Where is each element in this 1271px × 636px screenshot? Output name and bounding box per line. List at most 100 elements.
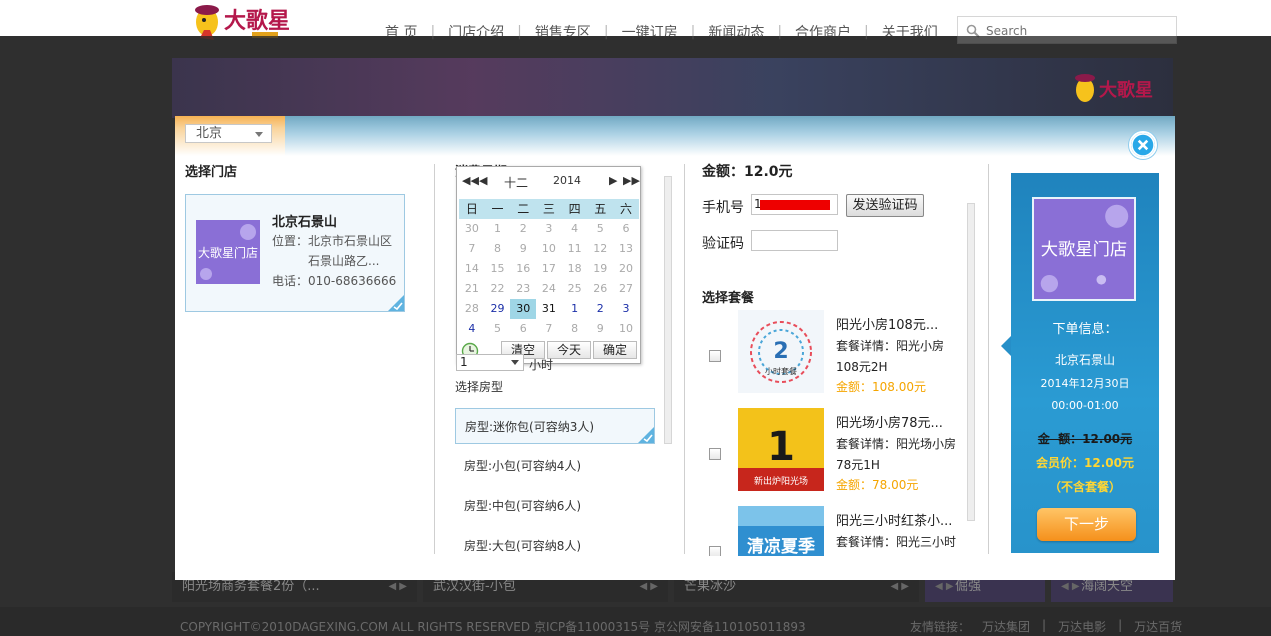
duration-select[interactable]: 1: [456, 354, 524, 371]
calendar-day: 5: [494, 322, 502, 335]
calendar-day: 23: [516, 282, 531, 295]
calendar-day: 6: [622, 222, 630, 235]
redaction-bar: [760, 200, 830, 210]
calendar-day: 16: [516, 262, 531, 275]
package-item: 2 小时套餐 阳光小房108元... 套餐详情：阳光小房 108元2H 金额：1…: [702, 310, 962, 398]
calendar-day[interactable]: 3: [613, 299, 639, 319]
top-bar: 大歌星 首 页 | 门店介绍 | 销售专区 | 一键订房 | 新闻动态 | 合作商户 | 关…: [0, 0, 1271, 44]
room-option-selected[interactable]: 房型:迷你包(可容纳3人): [455, 408, 655, 444]
store-image: 大歌星门店: [196, 220, 260, 284]
chevron-down-icon: [255, 132, 263, 137]
store-name: 北京石景山: [272, 215, 338, 230]
banner-logo: 大歌星: [1075, 74, 1153, 102]
svg-text:大歌星门店: 大歌星门店: [1041, 240, 1127, 260]
calendar-today-button[interactable]: 今天: [547, 341, 591, 359]
room-option[interactable]: 房型:中包(可容纳6人): [455, 488, 655, 524]
calendar-day: 1: [494, 222, 502, 235]
calendar-day: 7: [545, 322, 553, 335]
calendar-day: 26: [593, 282, 608, 295]
package-scrollbar[interactable]: [967, 203, 975, 521]
svg-text:大歌星门店: 大歌星门店: [198, 245, 258, 260]
prev-year-icon[interactable]: ◀◀: [462, 174, 479, 187]
next-month-icon[interactable]: ▶: [609, 174, 617, 187]
room-scrollbar[interactable]: [664, 176, 672, 444]
calendar-day: 5: [596, 222, 604, 235]
send-code-button[interactable]: 发送验证码: [846, 194, 924, 217]
room-type-label: 选择房型: [455, 380, 504, 394]
calendar-day[interactable]: 29: [485, 299, 511, 319]
calendar-day: 15: [490, 262, 505, 275]
calendar-week: 14 15 16 17 18 19 20: [459, 259, 639, 279]
footer-link[interactable]: 万达百货: [1134, 618, 1182, 635]
calendar-day: 21: [464, 282, 479, 295]
package-checkbox[interactable]: [709, 546, 721, 556]
package-name: 阳光小房108元...: [836, 318, 939, 333]
calendar-day: 22: [490, 282, 505, 295]
calendar-day: 10: [541, 242, 556, 255]
store-address: 位置：北京市石景山区: [272, 234, 393, 248]
calendar-day: 20: [618, 262, 633, 275]
code-label: 验证码: [702, 236, 744, 252]
close-icon[interactable]: [1129, 131, 1157, 159]
package-detail: 套餐详情：阳光场小房 78元1H: [836, 437, 957, 472]
hero-banner: [172, 58, 1173, 118]
next-step-button[interactable]: 下一步: [1037, 508, 1136, 541]
calendar-day: 9: [596, 322, 604, 335]
next-year-icon[interactable]: ▶▶: [623, 174, 640, 187]
package-image: 清凉夏季: [738, 506, 824, 556]
summary-original-price: 金 额：12.00元: [1037, 432, 1133, 446]
package-price: 金额：108.00元: [836, 380, 926, 394]
svg-text:清凉夏季: 清凉夏季: [747, 536, 815, 556]
package-checkbox[interactable]: [709, 350, 721, 362]
calendar-day: 11: [567, 242, 582, 255]
calendar-day[interactable]: 4: [459, 319, 485, 339]
calendar-day: 4: [571, 222, 579, 235]
chevron-down-icon: [511, 360, 519, 365]
svg-text:大歌星: 大歌星: [1099, 79, 1153, 101]
calendar-week: 30 1 2 3 4 5 6: [459, 219, 639, 239]
package-name: 阳光三小时红茶小...: [836, 514, 953, 529]
copyright-text: COPYRIGHT©2010DAGEXING.COM ALL RIGHTS RE…: [180, 620, 806, 634]
order-summary-panel: 大歌星门店 下单信息： 北京石景山 2014年12月30日 00:00-01:0…: [1001, 173, 1159, 553]
calendar-day: 7: [468, 242, 476, 255]
summary-note: （不含套餐）: [1048, 480, 1121, 494]
footer-link[interactable]: 万达电影: [1058, 618, 1106, 635]
prev-month-icon[interactable]: ◀: [479, 174, 487, 187]
city-select[interactable]: 北京: [185, 124, 272, 143]
svg-text:1: 1: [767, 424, 795, 470]
summary-date: 2014年12月30日: [1040, 377, 1130, 390]
calendar-day: 28: [464, 302, 479, 315]
calendar-day[interactable]: 2: [587, 299, 613, 319]
room-option[interactable]: 房型:小包(可容纳4人): [455, 448, 655, 484]
calendar-day: 2: [519, 222, 527, 235]
checkmark-icon: [638, 427, 654, 443]
svg-text:2: 2: [773, 339, 788, 364]
verification-code-field[interactable]: [751, 230, 838, 251]
date-picker[interactable]: ◀◀ ◀ 十二 2014 ▶ ▶▶ 日一二三四五六 30 1 2 3 4 5 6 7 8 9 10…: [456, 166, 641, 364]
calendar-day-selected[interactable]: 30: [510, 299, 537, 319]
column-divider: [684, 164, 685, 554]
calendar-day: 3: [545, 222, 553, 235]
package-checkbox[interactable]: [709, 448, 721, 460]
calendar-day: 13: [618, 242, 633, 255]
room-option[interactable]: 房型:大包(可容纳8人): [455, 528, 655, 554]
calendar-year[interactable]: 2014: [553, 174, 581, 187]
calendar-day[interactable]: 31: [536, 299, 562, 319]
column-divider: [434, 164, 435, 554]
store-card[interactable]: 大歌星门店 北京石景山 位置：北京市石景山区 石景山路乙... 电话：010-6…: [185, 194, 405, 312]
phone-field[interactable]: 1: [751, 194, 838, 215]
calendar-day: 10: [618, 322, 633, 335]
package-detail: 套餐详情：阳光小房 108元2H: [836, 339, 945, 374]
calendar-month[interactable]: 十二: [504, 174, 528, 191]
svg-text:大歌星: 大歌星: [224, 8, 290, 34]
store-section-title: 选择门店: [185, 165, 238, 180]
footer-link[interactable]: 万达集团: [982, 618, 1030, 635]
calendar-day: 9: [519, 242, 527, 255]
footer-links: 友情链接： 万达集团 | 万达电影 | 万达百货: [910, 618, 1183, 635]
package-section-title: 选择套餐: [702, 291, 755, 306]
calendar-day[interactable]: 1: [562, 299, 588, 319]
svg-text:小时套餐: 小时套餐: [765, 366, 797, 376]
calendar-day: 18: [567, 262, 582, 275]
package-item: 清凉夏季 阳光三小时红茶小... 套餐详情：阳光三小时: [702, 506, 962, 556]
calendar-ok-button[interactable]: 确定: [593, 341, 637, 359]
